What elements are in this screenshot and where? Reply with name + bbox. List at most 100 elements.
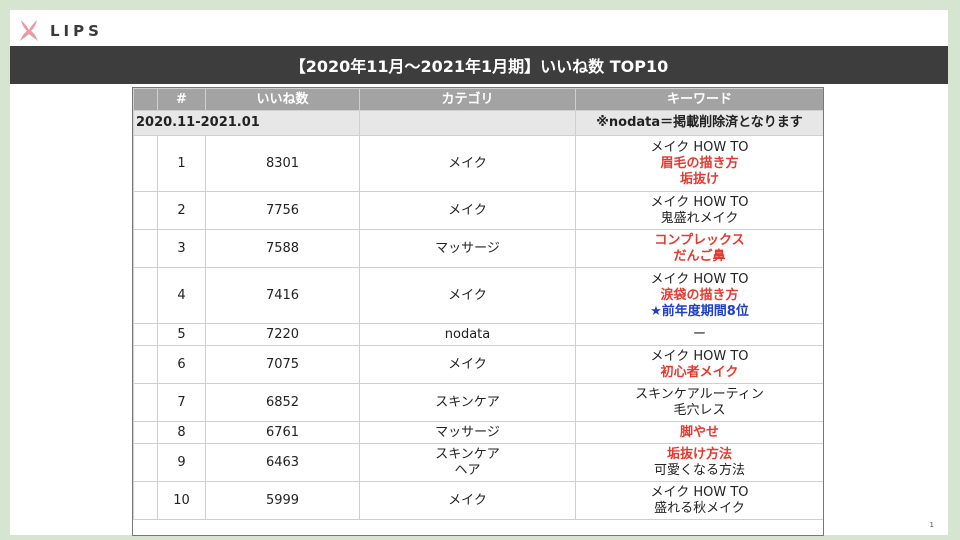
header-category: カテゴリ [359, 88, 576, 111]
keyword-cell: メイク HOW TO 盛れる秋メイク [575, 481, 823, 520]
likes-cell: 7220 [205, 323, 360, 346]
rank-cell: 9 [157, 443, 206, 482]
keyword-line: スキンケアルーティン [635, 386, 764, 402]
row-spacer [133, 443, 158, 482]
likes-cell: 7756 [205, 191, 360, 230]
period-label: 2020.11-2021.01 [133, 110, 360, 136]
category-cell: メイク [359, 481, 576, 520]
row-spacer [133, 267, 158, 324]
keyword-line: 垢抜け方法 [666, 446, 732, 462]
category-line: スキンケア [435, 446, 500, 462]
category-cell: マッサージ [359, 421, 576, 444]
header-keyword: キーワード [575, 88, 823, 111]
keyword-cell: 脚やせ [575, 421, 823, 444]
keyword-line: 初心者メイク [660, 364, 739, 380]
category-line: メイク [448, 202, 487, 218]
keyword-line: 毛穴レス [673, 402, 726, 418]
table-row: 8 6761 マッサージ 脚やせ [133, 421, 823, 444]
header-rank: # [157, 88, 206, 111]
keyword-line: ー [692, 326, 706, 342]
row-spacer [133, 191, 158, 230]
keyword-line: 眉毛の描き方 [660, 155, 739, 171]
row-spacer [133, 421, 158, 444]
likes-cell: 6761 [205, 421, 360, 444]
keyword-line: メイク HOW TO [650, 139, 749, 155]
header-likes: いいね数 [205, 88, 360, 111]
row-spacer [133, 383, 158, 422]
keyword-cell: スキンケアルーティン 毛穴レス [575, 383, 823, 422]
category-cell: スキンケア ヘア [359, 443, 576, 482]
rank-cell: 6 [157, 345, 206, 384]
keyword-cell: 垢抜け方法 可愛くなる方法 [575, 443, 823, 482]
title-bar: 【2020年11月～2021年1月期】いいね数 TOP10 [10, 46, 948, 84]
row-spacer [133, 345, 158, 384]
likes-cell: 8301 [205, 135, 360, 192]
category-line: マッサージ [435, 240, 500, 256]
keyword-cell: コンプレックス だんご鼻 [575, 229, 823, 268]
table-row: 7 6852 スキンケア スキンケアルーティン 毛穴レス [133, 383, 823, 422]
keyword-line: 涙袋の描き方 [660, 287, 739, 303]
rank-cell: 1 [157, 135, 206, 192]
nodata-note: ※nodata＝掲載削除済となります [575, 110, 823, 136]
table-header-row: # いいね数 カテゴリ キーワード [133, 88, 823, 111]
table-row: 5 7220 nodata ー [133, 323, 823, 346]
category-cell: nodata [359, 323, 576, 346]
slide: LIPS 【2020年11月～2021年1月期】いいね数 TOP10 # いいね… [10, 10, 948, 536]
ranking-table: # いいね数 カテゴリ キーワード 2020.11-2021.01 ※nodat… [133, 88, 823, 520]
rank-cell: 4 [157, 267, 206, 324]
rank-cell: 7 [157, 383, 206, 422]
keyword-line: ★前年度期間8位 [650, 303, 749, 319]
table-row: 2 7756 メイク メイク HOW TO 鬼盛れメイク [133, 191, 823, 230]
likes-cell: 5999 [205, 481, 360, 520]
rank-cell: 8 [157, 421, 206, 444]
category-line: メイク [448, 155, 487, 171]
table-row: 6 7075 メイク メイク HOW TO 初心者メイク [133, 345, 823, 384]
table-row: 1 8301 メイク メイク HOW TO 眉毛の描き方 垢抜け [133, 135, 823, 192]
row-spacer [133, 135, 158, 192]
header-spacer [133, 88, 158, 111]
keyword-cell: メイク HOW TO 涙袋の描き方 ★前年度期間8位 [575, 267, 823, 324]
keyword-line: メイク HOW TO [650, 348, 749, 364]
category-line: nodata [444, 326, 491, 342]
page-number: 1 [929, 521, 934, 529]
category-line: メイク [448, 356, 487, 372]
table-row: 3 7588 マッサージ コンプレックス だんご鼻 [133, 229, 823, 268]
table-row: 4 7416 メイク メイク HOW TO 涙袋の描き方 ★前年度期間8位 [133, 267, 823, 324]
section-blank [359, 110, 576, 136]
keyword-cell: メイク HOW TO 鬼盛れメイク [575, 191, 823, 230]
keyword-line: 盛れる秋メイク [654, 500, 745, 516]
keyword-line: 可愛くなる方法 [653, 462, 745, 478]
keyword-line: メイク HOW TO [650, 194, 749, 210]
row-spacer [133, 323, 158, 346]
category-line: メイク [448, 492, 487, 508]
likes-cell: 7416 [205, 267, 360, 324]
likes-cell: 7588 [205, 229, 360, 268]
rank-cell: 5 [157, 323, 206, 346]
category-cell: メイク [359, 191, 576, 230]
keyword-line: メイク HOW TO [650, 271, 749, 287]
likes-cell: 6463 [205, 443, 360, 482]
rank-cell: 2 [157, 191, 206, 230]
category-cell: スキンケア [359, 383, 576, 422]
keyword-cell: メイク HOW TO 眉毛の描き方 垢抜け [575, 135, 823, 192]
lips-logo-icon [20, 20, 38, 41]
category-cell: メイク [359, 135, 576, 192]
row-spacer [133, 481, 158, 520]
keyword-line: 鬼盛れメイク [660, 210, 739, 226]
section-row: 2020.11-2021.01 ※nodata＝掲載削除済となります [133, 110, 823, 136]
category-cell: マッサージ [359, 229, 576, 268]
lips-logo: LIPS [17, 18, 103, 44]
page-title: 【2020年11月～2021年1月期】いいね数 TOP10 [289, 57, 669, 76]
category-line: ヘア [454, 462, 481, 478]
row-spacer [133, 229, 158, 268]
likes-cell: 6852 [205, 383, 360, 422]
category-cell: メイク [359, 267, 576, 324]
table-row: 10 5999 メイク メイク HOW TO 盛れる秋メイク [133, 481, 823, 520]
keyword-line: だんご鼻 [673, 248, 726, 264]
category-line: メイク [448, 287, 487, 303]
keyword-line: メイク HOW TO [650, 484, 749, 500]
table-row: 9 6463 スキンケア ヘア 垢抜け方法 可愛くなる方法 [133, 443, 823, 482]
keyword-line: 脚やせ [679, 424, 719, 440]
keyword-cell: ー [575, 323, 823, 346]
rank-cell: 10 [157, 481, 206, 520]
